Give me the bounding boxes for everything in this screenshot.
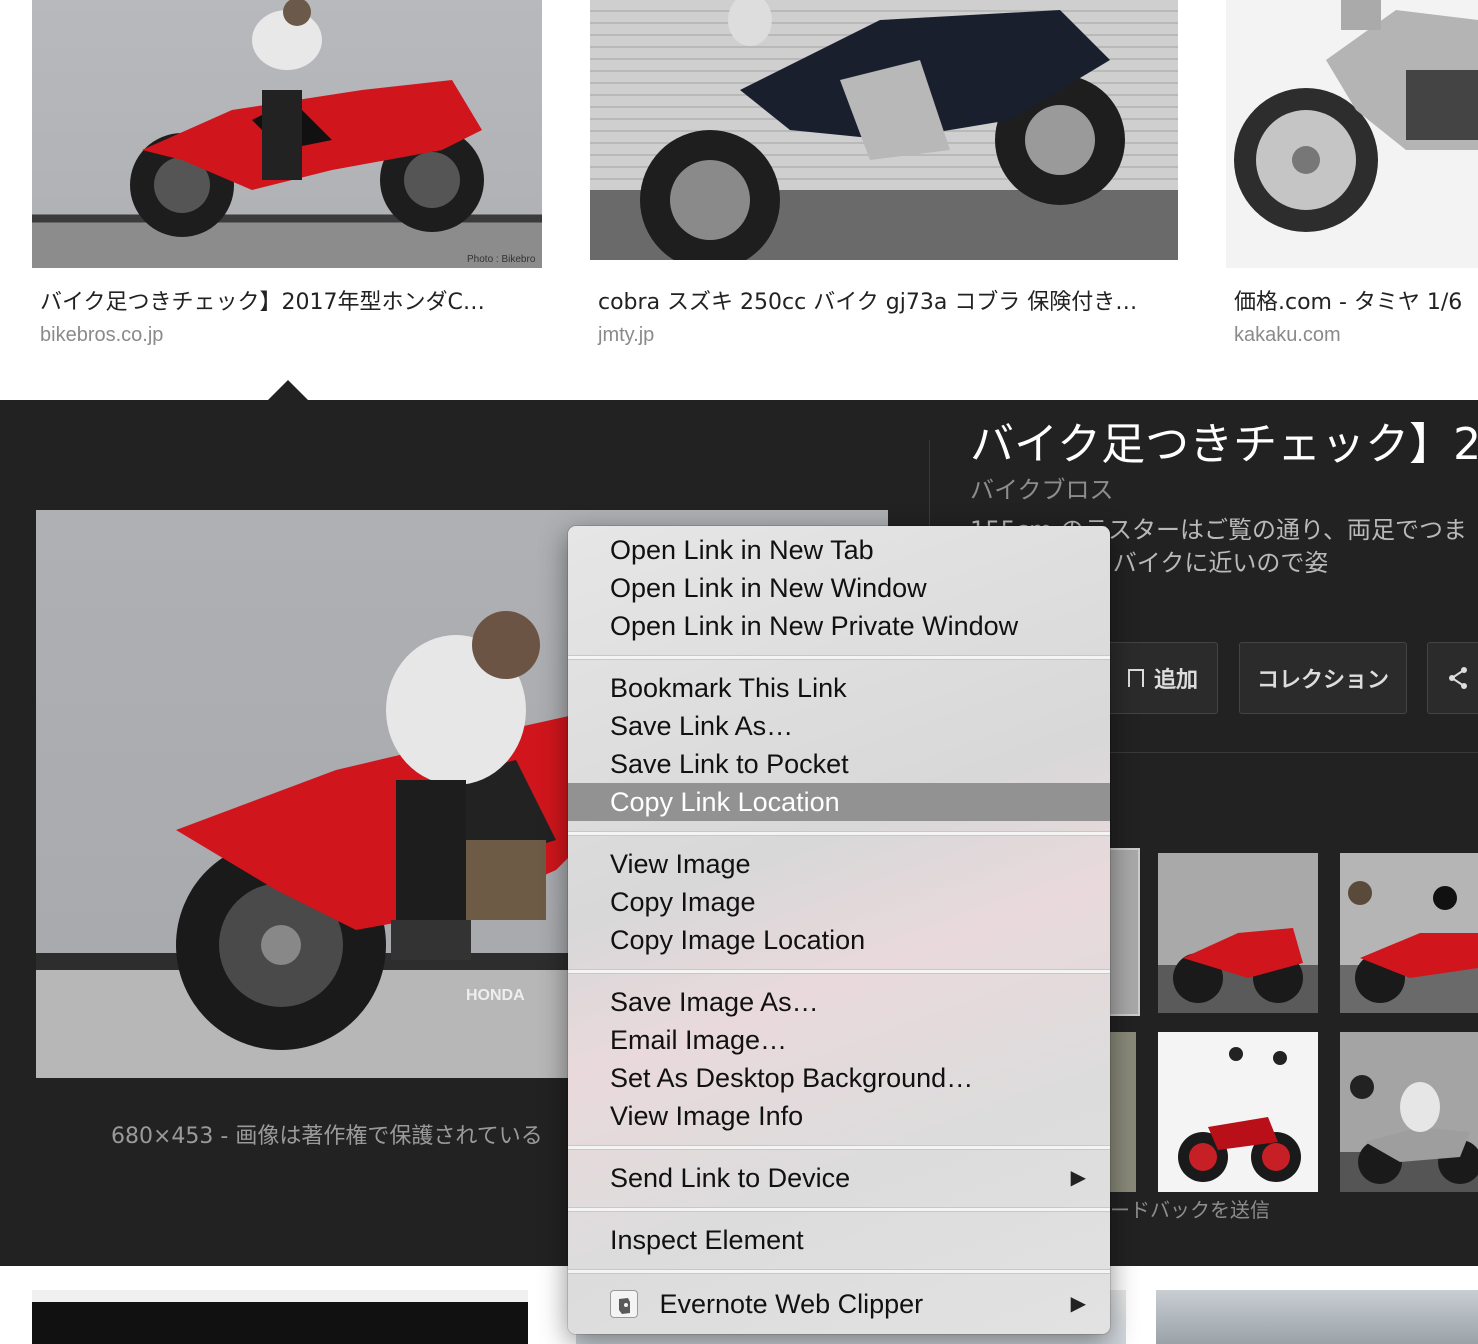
menu-item-set-desktop-background[interactable]: Set As Desktop Background…: [568, 1059, 1110, 1097]
image-dimensions: 680×453 - 画像は著作権で保護されている: [111, 1124, 543, 1149]
related-image[interactable]: [1108, 1032, 1136, 1192]
red-motorcycle-image: Photo : Bikebro: [130, 0, 536, 265]
menu-item-copy-image[interactable]: Copy Image: [568, 883, 1110, 921]
share-icon: [1449, 667, 1467, 689]
related-image[interactable]: [1158, 853, 1318, 1013]
context-menu: Open Link in New Tab Open Link in New Wi…: [568, 526, 1110, 1334]
related-image-graphic: [1350, 1075, 1478, 1184]
related-image[interactable]: [1158, 1032, 1318, 1192]
menu-item-copy-image-location[interactable]: Copy Image Location: [568, 921, 1110, 959]
related-image[interactable]: [1340, 853, 1478, 1013]
result-thumbnail-cobra[interactable]: [590, 0, 1178, 260]
evernote-icon: [610, 1289, 638, 1318]
copyright-notice: 画像は著作権で保護されている: [235, 1124, 543, 1149]
panel-pointer: [268, 380, 308, 400]
result-site[interactable]: jmty.jp: [598, 324, 654, 347]
save-button-label: 追加: [1153, 668, 1198, 693]
menu-item-label: Evernote Web Clipper: [659, 1289, 924, 1319]
watermark-text: Photo : Bikebro: [467, 254, 536, 265]
menu-separator: [568, 1207, 1110, 1212]
silver-motorcycle-image: [1234, 0, 1478, 232]
result-site[interactable]: bikebros.co.jp: [40, 324, 163, 347]
menu-item-evernote-web-clipper[interactable]: Evernote Web Clipper ▶: [568, 1285, 1110, 1323]
menu-item-email-image[interactable]: Email Image…: [568, 1021, 1110, 1059]
menu-item-send-link-to-device[interactable]: Send Link to Device ▶: [568, 1159, 1110, 1197]
menu-item-open-new-window[interactable]: Open Link in New Window: [568, 569, 1110, 607]
result-thumbnail[interactable]: [32, 1290, 528, 1344]
related-image[interactable]: [1108, 848, 1140, 1016]
result-title[interactable]: 価格.com - タミヤ 1/6: [1234, 284, 1478, 316]
preview-title[interactable]: バイク足つきチェック】20: [970, 408, 1478, 472]
menu-item-save-image-as[interactable]: Save Image As…: [568, 983, 1110, 1021]
menu-item-open-new-tab[interactable]: Open Link in New Tab: [568, 531, 1110, 569]
menu-item-open-private-window[interactable]: Open Link in New Private Window: [568, 607, 1110, 645]
bookmark-icon: [1127, 669, 1144, 687]
menu-separator: [568, 1145, 1110, 1150]
share-button[interactable]: [1427, 642, 1478, 714]
menu-separator: [568, 831, 1110, 836]
related-image-graphic: [1348, 881, 1478, 1003]
save-button[interactable]: 追加: [1108, 642, 1218, 714]
submenu-arrow-icon: ▶: [1070, 1293, 1086, 1315]
menu-item-save-link-as[interactable]: Save Link As…: [568, 707, 1110, 745]
result-title[interactable]: バイク足つきチェック】2017年型ホンダC…: [40, 284, 530, 316]
result-thumbnail-tamiya[interactable]: [1226, 0, 1478, 268]
result-site[interactable]: kakaku.com: [1234, 324, 1341, 347]
result-title[interactable]: cobra スズキ 250cc バイク gj73a コブラ 保険付き…: [598, 284, 1168, 316]
menu-item-copy-link-location[interactable]: Copy Link Location: [568, 783, 1110, 821]
result-thumbnail[interactable]: [1156, 1290, 1478, 1344]
menu-item-view-image-info[interactable]: View Image Info: [568, 1097, 1110, 1135]
menu-item-label: Send Link to Device: [610, 1163, 851, 1193]
menu-separator: [568, 1269, 1110, 1274]
menu-item-save-to-pocket[interactable]: Save Link to Pocket: [568, 745, 1110, 783]
submenu-arrow-icon: ▶: [1070, 1167, 1086, 1189]
related-image[interactable]: [1340, 1032, 1478, 1192]
result-thumbnail-honda[interactable]: Photo : Bikebro: [32, 0, 542, 268]
related-image-graphic: [1178, 1047, 1301, 1182]
svg-text:HONDA: HONDA: [466, 987, 525, 1004]
collection-button[interactable]: コレクション: [1239, 642, 1407, 714]
preview-source[interactable]: バイクブロス: [970, 470, 1114, 505]
collection-button-label: コレクション: [1256, 668, 1389, 693]
menu-item-view-image[interactable]: View Image: [568, 845, 1110, 883]
panel-divider-horizontal: [1110, 752, 1478, 753]
menu-item-bookmark-link[interactable]: Bookmark This Link: [568, 669, 1110, 707]
related-image-graphic: [1173, 928, 1303, 1003]
menu-separator: [568, 969, 1110, 974]
feedback-link[interactable]: ードバックを送信: [1110, 1194, 1270, 1223]
dark-motorcycle-image: [590, 0, 1178, 260]
menu-item-inspect-element[interactable]: Inspect Element: [568, 1221, 1110, 1259]
menu-separator: [568, 655, 1110, 660]
